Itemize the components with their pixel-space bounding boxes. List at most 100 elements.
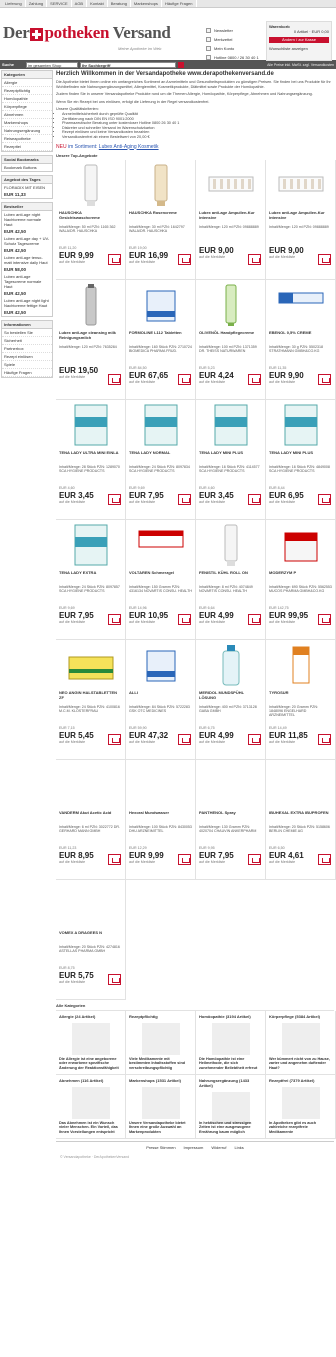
new-products-link[interactable]: NEU im Sortiment: Lubex Anti-Aging Kosme…: [56, 144, 334, 150]
category-name[interactable]: Rezeptpflichtig: [129, 1014, 158, 1019]
offer-name[interactable]: FLORADIX MIT EISEN: [2, 184, 52, 191]
product-name[interactable]: VANDERM Akut Acetic Acid: [59, 810, 122, 825]
add-to-cart-icon[interactable]: [248, 613, 261, 625]
category-image[interactable]: [141, 1086, 180, 1119]
category-title[interactable]: Körperpflege (5384 Artikel): [269, 1014, 332, 1019]
category-card[interactable]: Nahrungsergänzung (1433 Artikel) In hekti…: [196, 1074, 266, 1139]
bestseller-name[interactable]: Lubex anti-age night light Nachtcreme fe…: [2, 297, 52, 309]
product-card[interactable]: Lubex anti-age Ampullen-Kur intensive Inh…: [196, 159, 266, 280]
add-to-cart-icon[interactable]: [108, 973, 121, 985]
search-scope-select[interactable]: im gesamten Shop: [26, 61, 78, 68]
product-name[interactable]: IBUHEXAL EXTRA IBUPROFEN: [269, 810, 332, 825]
add-to-cart-icon[interactable]: [178, 253, 191, 265]
product-card[interactable]: TENA LADY MINI PLUS Inhalt/Menge: 16 Stüc…: [196, 399, 266, 520]
category-image[interactable]: [71, 1086, 110, 1119]
product-card[interactable]: NEO ANGIN HALSTABLETTEN ZF Inhalt/Menge: …: [56, 639, 126, 760]
topnav-item[interactable]: Markenshops: [131, 0, 162, 7]
topnav-item[interactable]: Lieferung: [2, 0, 26, 7]
product-image[interactable]: [67, 763, 115, 807]
search-input[interactable]: Ihr Suchbegriff: [80, 61, 176, 68]
logo[interactable]: Der potheken Versand: [3, 23, 171, 43]
category-card[interactable]: Allergie (24 Artikel) Die Allergie ist ei…: [56, 1010, 126, 1075]
category-title[interactable]: Allergie (24 Artikel): [59, 1014, 122, 1019]
product-image[interactable]: [207, 523, 255, 567]
product-image[interactable]: [67, 403, 115, 447]
bestseller-name[interactable]: Lubex anti-age Tagescreme normale Haut: [2, 273, 52, 290]
topnav-item[interactable]: Häufige Fragen: [162, 0, 197, 7]
category-card[interactable]: Rezeptpflichtig Viele Medikamente mit be…: [126, 1010, 196, 1075]
header-link[interactable]: Merkzettel: [206, 35, 264, 44]
product-name[interactable]: TENA LADY ULTRA MINI EINLA: [59, 450, 122, 465]
category-card[interactable]: Körperpflege (5384 Artikel) Wer kümmert n…: [266, 1010, 336, 1075]
topnav-item[interactable]: Zahlung: [26, 0, 48, 7]
product-image[interactable]: [137, 283, 185, 327]
product-name[interactable]: HAUSCHKA Gesichtswaschcreme: [59, 210, 122, 225]
product-name[interactable]: FORMOLINE L112 Tabletten: [129, 330, 192, 345]
product-card[interactable]: FORMOLINE L112 Tabletten Inhalt/Menge: 16…: [126, 279, 196, 400]
category-name[interactable]: Abnehmen: [59, 1078, 80, 1083]
product-card[interactable]: Hexoral Mundwasser Inhalt/Menge: 100 Stüc…: [126, 759, 196, 880]
add-to-cart-icon[interactable]: [248, 733, 261, 745]
footer-link[interactable]: Presse Stimmen: [146, 1145, 175, 1150]
category-title[interactable]: Rezeptfrei (7379 Artikel): [269, 1078, 332, 1083]
product-image[interactable]: [207, 283, 255, 327]
product-image[interactable]: [207, 643, 255, 687]
add-to-cart-icon[interactable]: [318, 613, 331, 625]
topnav-item[interactable]: Beratung: [108, 0, 131, 7]
product-card[interactable]: PANTHENOL Spray Inhalt/Menge: 130 Gramm P…: [196, 759, 266, 880]
topnav-item[interactable]: Kontakt: [87, 0, 108, 7]
category-image[interactable]: [281, 1022, 320, 1055]
product-card[interactable]: TENA LADY ULTRA MINI EINLA Inhalt/Menge: …: [56, 399, 126, 520]
product-image[interactable]: [207, 763, 255, 807]
category-image[interactable]: [211, 1022, 250, 1055]
sidebar-category[interactable]: Markenshops: [2, 119, 52, 127]
category-name[interactable]: Rezeptfrei: [269, 1078, 288, 1083]
product-image[interactable]: [207, 163, 255, 207]
add-to-cart-icon[interactable]: [108, 613, 121, 625]
product-card[interactable]: MODERZYM P Inhalt/Menge: 690 Stück PZN: 5…: [266, 519, 336, 640]
add-to-cart-icon[interactable]: [248, 253, 261, 265]
product-image[interactable]: [137, 163, 185, 207]
product-image[interactable]: [277, 403, 325, 447]
product-card[interactable]: EBENOL 0,5% CREME Inhalt/Menge: 30 g PZN:…: [266, 279, 336, 400]
product-name[interactable]: TENA LADY MINI PLUS: [269, 450, 332, 465]
category-title[interactable]: Abnehmen (116 Artikel): [59, 1078, 122, 1083]
product-name[interactable]: TYROSUR: [269, 690, 332, 705]
product-image[interactable]: [67, 643, 115, 687]
product-image[interactable]: [137, 403, 185, 447]
product-name[interactable]: MODERZYM P: [269, 570, 332, 585]
product-card[interactable]: Lubex anti-age cleansing milk Reinigungs…: [56, 279, 126, 400]
product-name[interactable]: Lubex anti-age cleansing milk Reinigungs…: [59, 330, 122, 345]
category-image[interactable]: [281, 1086, 320, 1119]
category-title[interactable]: Homöopathie (3194 Artikel): [199, 1014, 262, 1019]
category-title[interactable]: Nahrungsergänzung (1433 Artikel): [199, 1078, 262, 1088]
info-link[interactable]: Häufige Fragen: [2, 369, 52, 377]
footer-link[interactable]: Impressum: [184, 1145, 204, 1150]
sidebar-category[interactable]: Rezepttei: [2, 143, 52, 151]
add-to-cart-icon[interactable]: [318, 853, 331, 865]
product-image[interactable]: [67, 283, 115, 327]
product-name[interactable]: TENA LADY NORMAL: [129, 450, 192, 465]
info-link[interactable]: Sicherheit: [2, 337, 52, 345]
product-name[interactable]: NEO ANGIN HALSTABLETTEN ZF: [59, 690, 122, 705]
add-to-cart-icon[interactable]: [248, 853, 261, 865]
product-name[interactable]: OLIVENÖL Handpflegecreme: [199, 330, 262, 345]
product-card[interactable]: MERIDOL MUNDSPÜHL LÖSUNG Inhalt/Menge: 40…: [196, 639, 266, 760]
product-name[interactable]: EBENOL 0,5% CREME: [269, 330, 332, 345]
header-link[interactable]: Hotline 0800 / 26 30 40 1: [206, 53, 264, 62]
add-to-cart-icon[interactable]: [248, 373, 261, 385]
sidebar-category[interactable]: Nahrungsergänzung: [2, 127, 52, 135]
product-image[interactable]: [67, 163, 115, 207]
product-image[interactable]: [137, 763, 185, 807]
sidebar-category[interactable]: Homöopathie: [2, 95, 52, 103]
product-card[interactable]: VOLTAREN Schmerzgel Inhalt/Menge: 150 Gra…: [126, 519, 196, 640]
add-to-cart-icon[interactable]: [178, 613, 191, 625]
topnav-item[interactable]: AGB: [72, 0, 88, 7]
topnav-item[interactable]: SERVICE: [47, 0, 72, 7]
bestseller-name[interactable]: Lubex anti-age day + UV-Schutz Tagescrem…: [2, 235, 52, 247]
checkout-button[interactable]: Ändern / zur Kasse: [269, 37, 329, 43]
product-card[interactable]: IBUHEXAL EXTRA IBUPROFEN Inhalt/Menge: 20…: [266, 759, 336, 880]
product-card[interactable]: Lubex anti-age Ampullen-Kur intensive Inh…: [266, 159, 336, 280]
add-to-cart-icon[interactable]: [108, 853, 121, 865]
add-to-cart-icon[interactable]: [178, 733, 191, 745]
